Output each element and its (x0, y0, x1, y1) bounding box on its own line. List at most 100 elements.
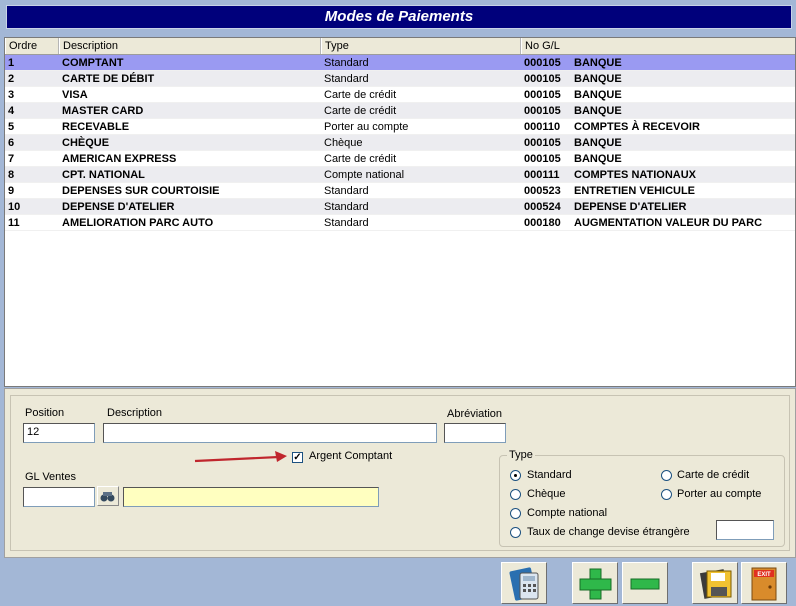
calculator-icon (509, 567, 539, 601)
radio-compte-national[interactable] (510, 508, 521, 519)
type-cell: Chèque (324, 137, 363, 149)
gl-name-cell: BANQUE (574, 57, 622, 69)
save-button[interactable] (692, 562, 738, 604)
ordre-cell: 6 (8, 137, 15, 149)
gl-name-cell: BANQUE (574, 73, 622, 85)
table-row[interactable]: 6 CHÈQUE Chèque 000105 BANQUE (5, 135, 795, 151)
taux-change-field[interactable] (716, 520, 774, 540)
payment-modes-grid[interactable]: Ordre Description Type No G/L 1 COMPTANT S… (4, 37, 796, 387)
gl-ventes-name-field (123, 487, 379, 507)
description-field[interactable] (103, 423, 437, 443)
grid-header: Ordre Description Type No G/L (5, 38, 795, 55)
column-header-type[interactable]: Type (321, 38, 521, 54)
position-field[interactable]: 12 (23, 423, 95, 443)
description-cell: VISA (62, 89, 88, 101)
abreviation-label: Abréviation (447, 408, 503, 420)
ordre-cell: 3 (8, 89, 15, 101)
edit-panel: Position 12 Description Abréviation ✓ Ar… (4, 388, 796, 558)
description-cell: CHÈQUE (62, 137, 110, 149)
description-cell: COMPTANT (62, 57, 124, 69)
gl-number-cell: 000105 (524, 57, 561, 69)
argent-comptant-label: Argent Comptant (309, 450, 393, 462)
description-cell: DEPENSES SUR COURTOISIE (62, 185, 220, 197)
gl-number-cell: 000524 (524, 201, 561, 213)
gl-number-cell: 000523 (524, 185, 561, 197)
type-cell: Carte de crédit (324, 89, 397, 101)
exit-button[interactable]: EXIT (741, 562, 787, 604)
ordre-cell: 2 (8, 73, 15, 85)
radio-standard-label: Standard (527, 469, 572, 481)
ordre-cell: 11 (8, 217, 20, 229)
radio-cheque[interactable] (510, 489, 521, 500)
table-row[interactable]: 3 VISA Carte de crédit 000105 BANQUE (5, 87, 795, 103)
calculator-button[interactable] (501, 562, 547, 604)
gl-number-cell: 000105 (524, 137, 561, 149)
type-cell: Carte de crédit (324, 153, 397, 165)
description-cell: MASTER CARD (62, 105, 144, 117)
gl-number-cell: 000105 (524, 89, 561, 101)
argent-comptant-checkbox[interactable]: ✓ (292, 452, 303, 463)
abreviation-field[interactable] (444, 423, 506, 443)
table-row[interactable]: 5 RECEVABLE Porter au compte 000110 COMPTES … (5, 119, 795, 135)
description-cell: RECEVABLE (62, 121, 130, 133)
gl-name-cell: BANQUE (574, 105, 622, 117)
gl-ventes-field[interactable] (23, 487, 95, 507)
annotation-arrow-icon (194, 451, 287, 463)
gl-number-cell: 000105 (524, 73, 561, 85)
table-row[interactable]: 10 DEPENSE D'ATELIER Standard 000524 DEPENSE… (5, 199, 795, 215)
ordre-cell: 5 (8, 121, 15, 133)
gl-name-cell: ENTRETIEN VEHICULE (574, 185, 696, 197)
column-header-gl[interactable]: No G/L (521, 38, 795, 54)
radio-compte-national-label: Compte national (527, 507, 608, 519)
column-header-ordre[interactable]: Ordre (5, 38, 59, 54)
radio-carte-credit[interactable] (661, 470, 672, 481)
table-row[interactable]: 4 MASTER CARD Carte de crédit 000105 BANQUE (5, 103, 795, 119)
radio-taux-change-label: Taux de change devise étrangère (527, 526, 690, 538)
grid-rows: 1 COMPTANT Standard 000105 BANQUE 2 CARTE DE D… (5, 55, 795, 231)
type-cell: Carte de crédit (324, 105, 397, 117)
gl-number-cell: 000111 (524, 169, 560, 181)
description-cell: DEPENSE D'ATELIER (62, 201, 175, 213)
radio-porter-compte[interactable] (661, 489, 672, 500)
description-cell: CARTE DE DÉBIT (62, 73, 155, 85)
table-row[interactable]: 2 CARTE DE DÉBIT Standard 000105 BANQUE (5, 71, 795, 87)
gl-name-cell: DEPENSE D'ATELIER (574, 201, 687, 213)
type-cell: Porter au compte (324, 121, 409, 133)
type-cell: Standard (324, 217, 369, 229)
ordre-cell: 7 (8, 153, 15, 165)
gl-number-cell: 000110 (524, 121, 561, 133)
table-row[interactable]: 9 DEPENSES SUR COURTOISIE Standard 000523 EN… (5, 183, 795, 199)
gl-number-cell: 000105 (524, 153, 561, 165)
radio-carte-credit-label: Carte de crédit (677, 469, 750, 481)
gl-ventes-label: GL Ventes (25, 471, 76, 483)
exit-text: EXIT (757, 572, 771, 578)
radio-taux-change[interactable] (510, 527, 521, 538)
add-button[interactable] (572, 562, 618, 604)
plus-icon (579, 568, 612, 600)
radio-standard[interactable] (510, 470, 521, 481)
description-cell: AMERICAN EXPRESS (62, 153, 177, 165)
type-cell: Standard (324, 73, 369, 85)
window-title: Modes de Paiements (6, 5, 792, 29)
gl-lookup-button[interactable] (97, 486, 119, 506)
description-cell: AMELIORATION PARC AUTO (62, 217, 214, 229)
type-cell: Standard (324, 201, 369, 213)
type-cell: Compte national (324, 169, 405, 181)
column-header-description[interactable]: Description (59, 38, 321, 54)
table-row[interactable]: 8 CPT. NATIONAL Compte national 000111 COMPT… (5, 167, 795, 183)
type-cell: Standard (324, 57, 369, 69)
gl-name-cell: AUGMENTATION VALEUR DU PARC (574, 217, 763, 229)
description-label: Description (107, 407, 163, 419)
gl-name-cell: BANQUE (574, 153, 622, 165)
gl-name-cell: BANQUE (574, 137, 622, 149)
table-row[interactable]: 7 AMERICAN EXPRESS Carte de crédit 000105 BA… (5, 151, 795, 167)
gl-name-cell: COMPTES NATIONAUX (574, 169, 697, 181)
gl-name-cell: BANQUE (574, 89, 622, 101)
ordre-cell: 4 (8, 105, 15, 117)
exit-icon: EXIT (751, 567, 777, 601)
gl-number-cell: 000180 (524, 217, 561, 229)
remove-button[interactable] (622, 562, 668, 604)
table-row[interactable]: 11 AMELIORATION PARC AUTO Standard 000180 AU… (5, 215, 795, 231)
table-row[interactable]: 1 COMPTANT Standard 000105 BANQUE (5, 55, 795, 71)
description-cell: CPT. NATIONAL (62, 169, 145, 181)
